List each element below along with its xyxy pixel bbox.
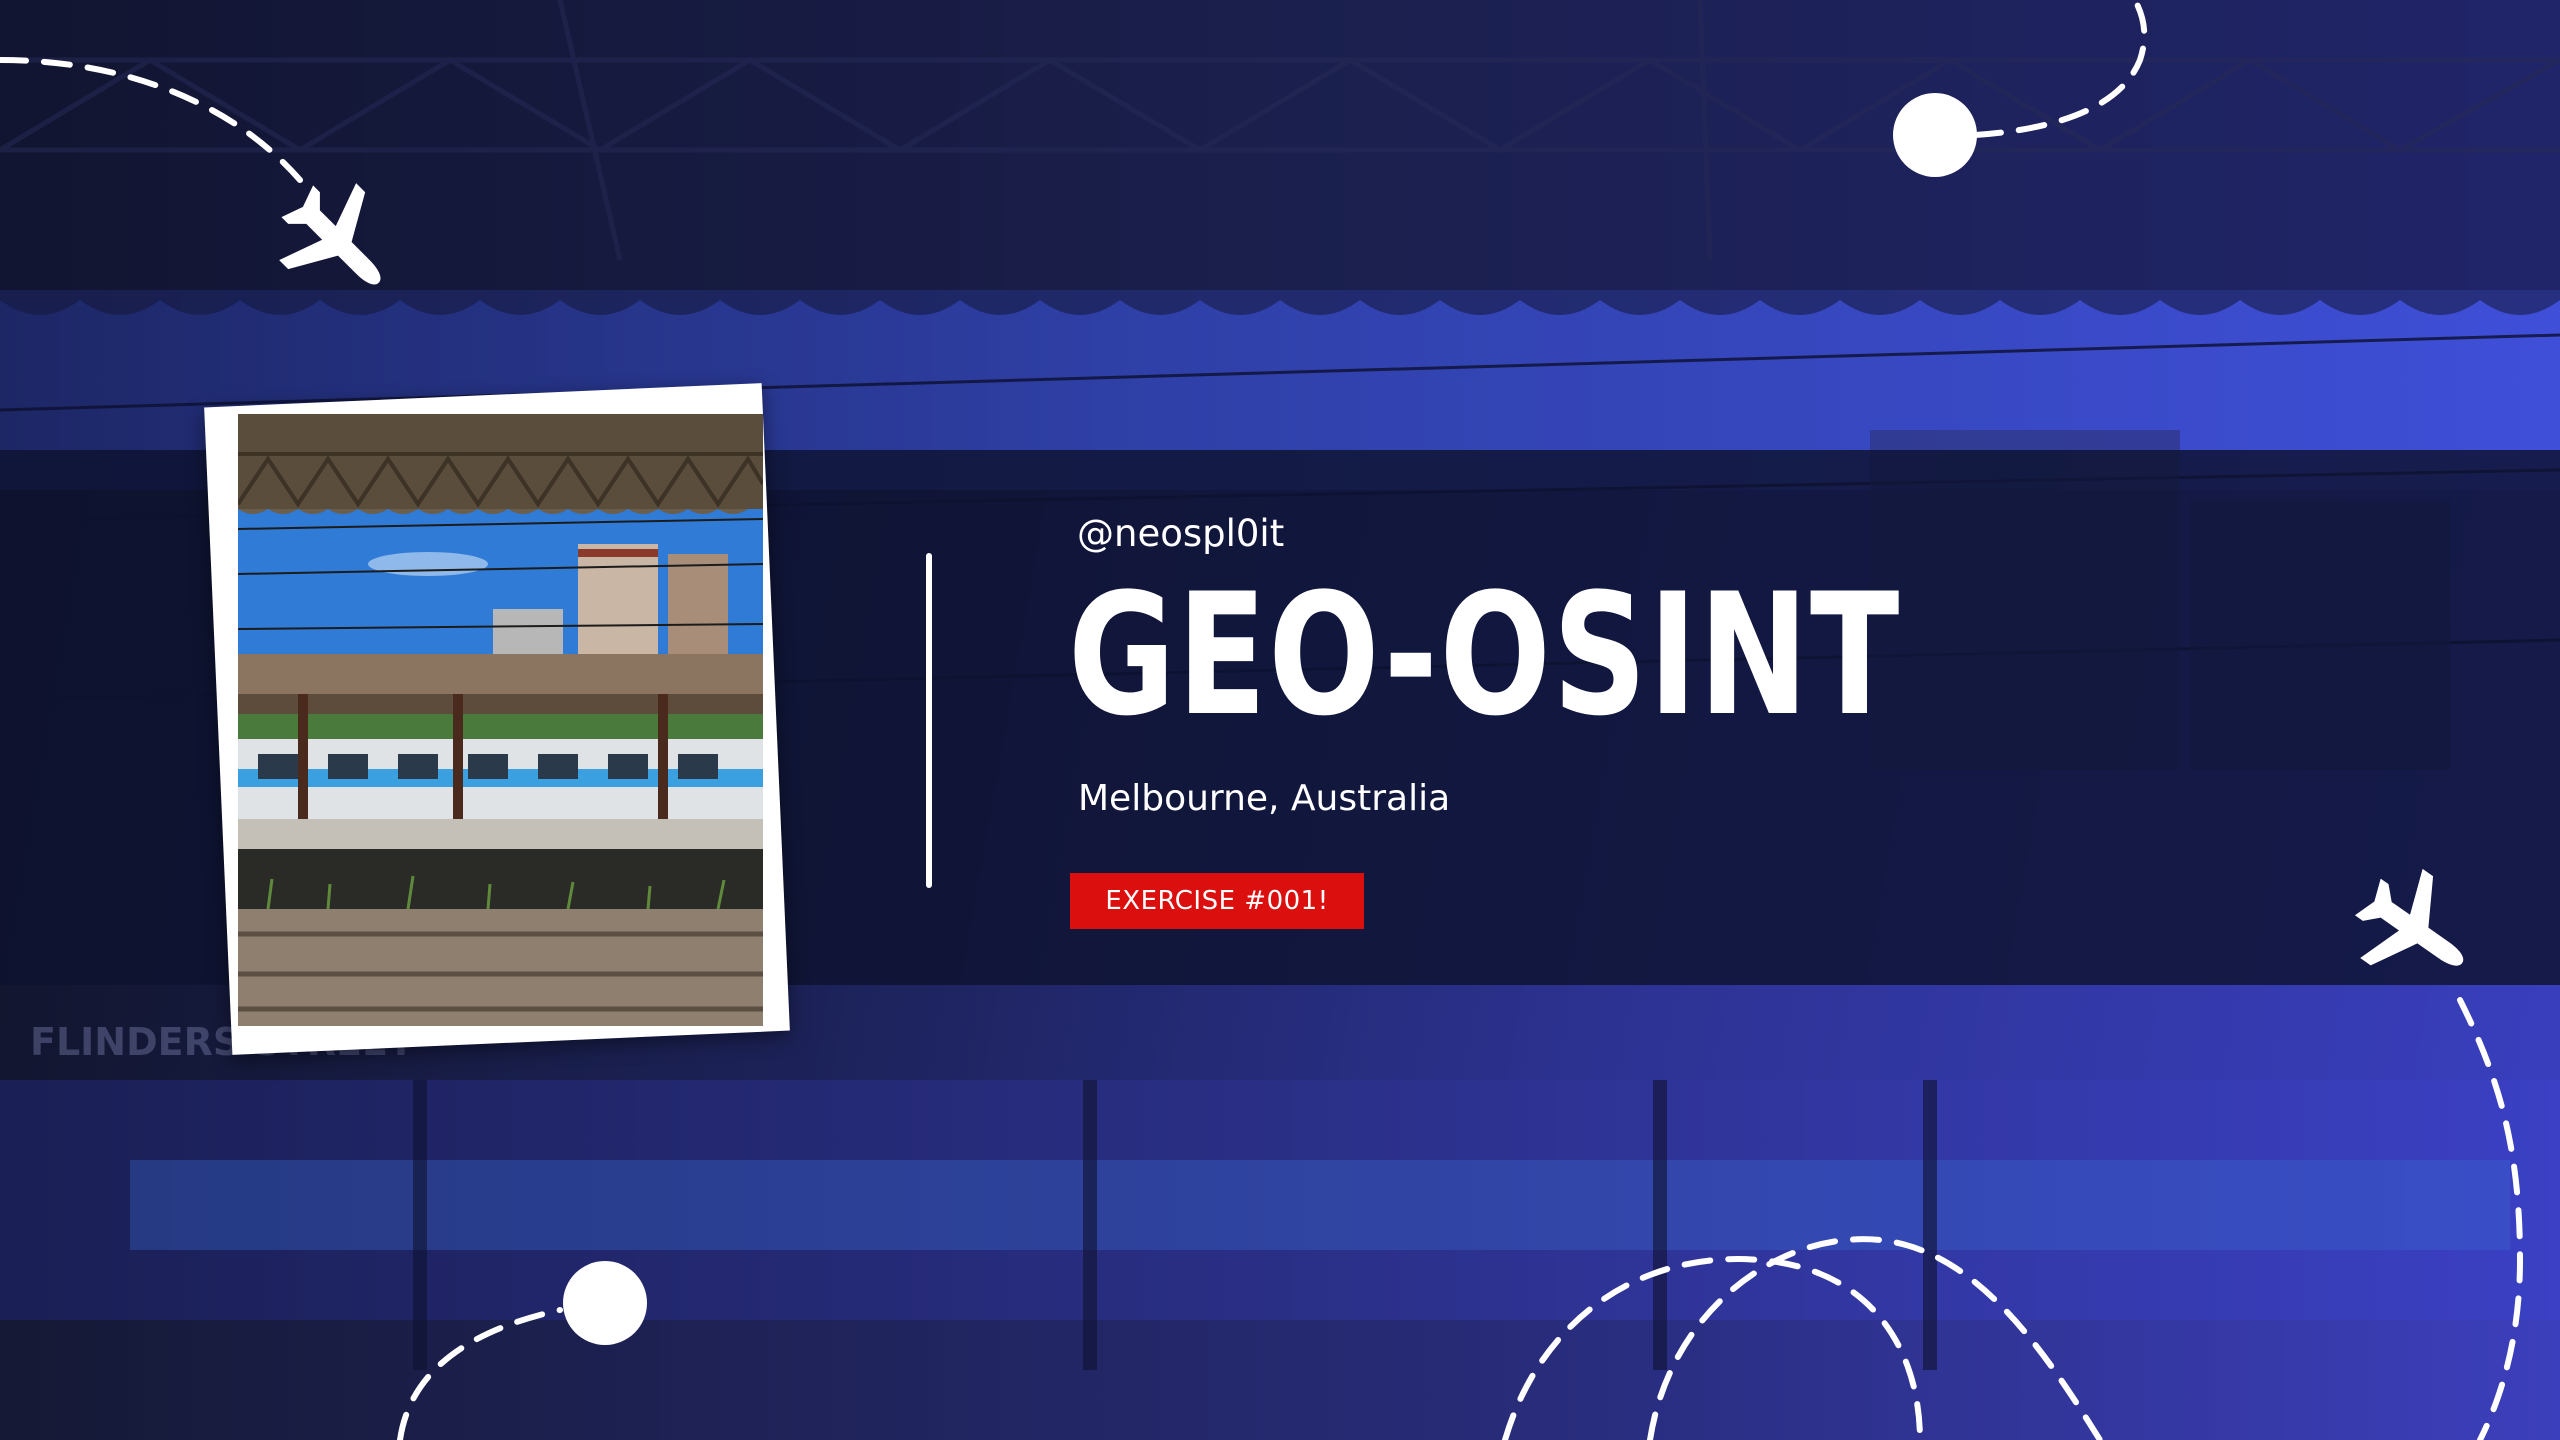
page-title: GEO-OSINT xyxy=(1068,557,1901,753)
vertical-divider xyxy=(926,553,932,888)
author-handle: @neospl0it xyxy=(1077,512,1285,555)
location-subtitle: Melbourne, Australia xyxy=(1078,778,1451,819)
exercise-badge[interactable]: EXERCISE #001! xyxy=(1070,873,1364,929)
station-photo xyxy=(238,414,763,1026)
background-train xyxy=(0,1080,2560,1320)
background-roof xyxy=(0,0,2560,330)
background-platform xyxy=(0,1320,2560,1440)
